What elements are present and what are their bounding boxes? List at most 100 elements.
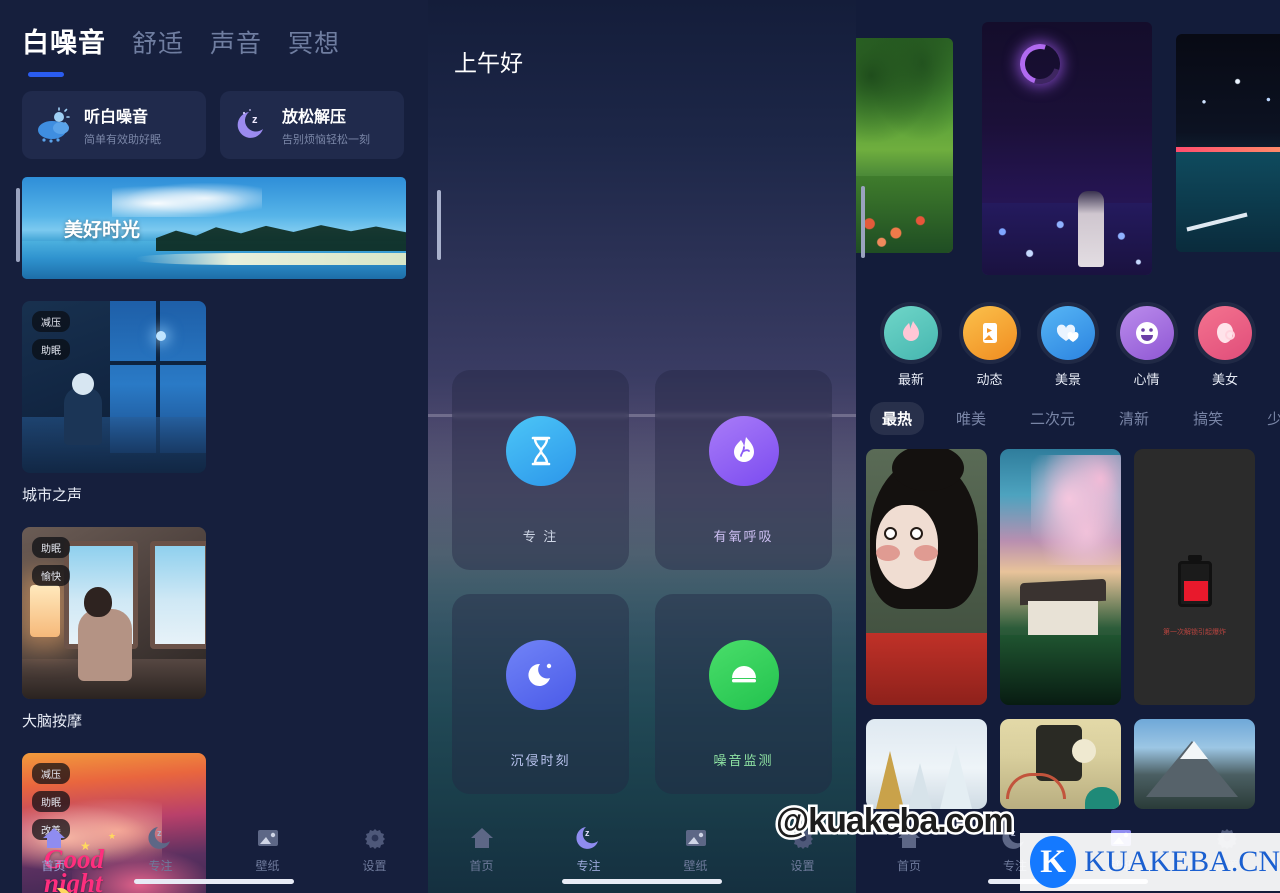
tab-sound[interactable]: 声音: [210, 24, 262, 62]
tag: 减压: [32, 763, 70, 784]
tag: 助眠: [32, 339, 70, 360]
wallpaper-thumb-ancient-lady[interactable]: [866, 449, 987, 705]
nav-item-home[interactable]: 首页: [18, 825, 90, 874]
watermark-logo-icon: K: [1030, 836, 1077, 888]
category-scenery[interactable]: 美景: [1037, 306, 1099, 388]
chip-fresh[interactable]: 清新: [1107, 402, 1161, 435]
nav-item-home[interactable]: 首页: [446, 825, 518, 874]
play-image-icon: [962, 306, 1017, 360]
chip-girl[interactable]: 少女: [1255, 402, 1280, 435]
category-mood[interactable]: 心情: [1116, 306, 1178, 388]
focus-card-immersive-moment[interactable]: 沉侵时刻: [452, 594, 629, 794]
scroll-indicator[interactable]: [16, 188, 20, 262]
chip-funny[interactable]: 搞笑: [1181, 402, 1235, 435]
wallpaper-panel: 最新 动态 美景 心情 美女 最热 唯美 二次元 清新 搞笑 少 第一次解锁引起…: [856, 0, 1280, 893]
svg-text:z: z: [252, 114, 258, 126]
home-indicator-bar: [134, 879, 294, 884]
scroll-indicator[interactable]: [437, 190, 441, 260]
quick-card-listen-white-noise[interactable]: 听白噪音 简单有效助好眠: [22, 91, 206, 159]
home-icon: [469, 825, 495, 851]
moon-z-icon: z: [232, 105, 272, 145]
tab-white-noise[interactable]: 白噪音: [22, 21, 106, 62]
wallpaper-thumb-snow-trees[interactable]: [866, 719, 987, 809]
wallpaper-grid-row-2: [856, 705, 1280, 809]
category-beauty[interactable]: 美女: [1194, 306, 1256, 388]
focus-card-noise-monitor[interactable]: 噪音监测: [655, 594, 832, 794]
wallpaper-caption: 第一次解锁引起爆炸: [1163, 629, 1226, 636]
cloud-sun-icon: [34, 105, 74, 145]
watermark-badge: K KUAKEBA.CN: [1020, 833, 1280, 891]
hero-wallpaper-moon-girl[interactable]: [982, 22, 1152, 275]
nav-label: 壁纸: [683, 859, 708, 873]
sound-name: 城市之声: [22, 487, 83, 504]
focus-card-aerobic-breathing[interactable]: 有氧呼吸: [655, 370, 832, 570]
nav-item-wallpaper[interactable]: 壁纸: [232, 825, 304, 874]
watermark-domain: KUAKEBA.CN: [1084, 845, 1280, 878]
nav-item-focus[interactable]: z 专注: [125, 825, 197, 874]
tag-list: 减压 助眠: [32, 311, 70, 360]
wallpaper-thumb-sakura-house[interactable]: [1000, 449, 1121, 705]
category-label: 最新: [897, 372, 924, 387]
gear-icon: [362, 825, 388, 851]
sound-thumbnail: 助眠 愉快: [22, 527, 206, 699]
nav-label: 首页: [896, 859, 921, 873]
sound-card-grid: 减压 助眠 城市之声 助眠 愉快 大脑按摩 ★ ★ Good night 减压 …: [0, 279, 428, 893]
quick-card-relax[interactable]: z 放松解压 告别烦恼轻松一刻: [220, 91, 404, 159]
wallpaper-grid-row-1: 第一次解锁引起爆炸: [856, 435, 1280, 705]
scroll-indicator[interactable]: [861, 186, 865, 258]
focus-card-label: 噪音监测: [713, 753, 774, 768]
nav-item-settings[interactable]: 设置: [339, 825, 411, 874]
nav-item-wallpaper[interactable]: 壁纸: [660, 825, 732, 874]
focus-card-label: 有氧呼吸: [713, 529, 774, 544]
quick-card-title: 听白噪音: [84, 109, 149, 126]
nav-label: 设置: [362, 859, 387, 873]
category-label: 动态: [976, 372, 1003, 387]
flame-icon: [884, 306, 938, 360]
nav-label: 专注: [148, 859, 173, 873]
category-label: 美女: [1211, 372, 1238, 387]
image-icon: [683, 825, 709, 851]
white-noise-panel: 白噪音 舒适 声音 冥想 听白噪音 简单有效助好眠 z 放松解压 告别烦恼轻松一…: [0, 0, 428, 893]
tab-meditation[interactable]: 冥想: [288, 24, 340, 62]
chip-hottest[interactable]: 最热: [870, 402, 925, 435]
moon-z-icon: z: [147, 825, 174, 851]
category-tab-bar: 白噪音 舒适 声音 冥想: [0, 0, 428, 62]
wallpaper-thumb-battery-warning[interactable]: 第一次解锁引起爆炸: [1134, 449, 1255, 705]
tag: 减压: [32, 311, 70, 332]
hero-wallpaper-forest[interactable]: [856, 38, 953, 253]
category-label: 心情: [1133, 372, 1160, 387]
svg-text:z: z: [157, 828, 162, 838]
tag: 愉快: [32, 565, 70, 586]
banner-cloud: [112, 183, 262, 217]
wallpaper-hero-carousel: [856, 0, 1280, 296]
wallpaper-thumb-street-scene[interactable]: [1000, 719, 1121, 809]
chip-aesthetic[interactable]: 唯美: [944, 402, 998, 435]
sound-card-brain-massage[interactable]: 助眠 愉快 大脑按摩: [22, 527, 206, 731]
focus-card-focus[interactable]: 专 注: [452, 370, 629, 570]
noise-meter-icon: [708, 640, 779, 710]
sound-name: 大脑按摩: [22, 713, 83, 730]
hero-wallpaper-city-night[interactable]: [1176, 34, 1280, 252]
leaf-flame-icon: [708, 416, 779, 486]
focus-card-label: 沉侵时刻: [510, 753, 571, 768]
category-latest[interactable]: 最新: [880, 306, 942, 388]
banner-beach: [136, 253, 406, 265]
featured-banner[interactable]: 美好时光: [22, 177, 406, 279]
chip-anime[interactable]: 二次元: [1018, 402, 1087, 435]
watermark-text: @kuakeba.com: [774, 800, 1017, 843]
tag: 助眠: [32, 537, 70, 558]
home-icon: [41, 825, 67, 851]
category-dynamic[interactable]: 动态: [959, 306, 1021, 388]
category-label: 美景: [1054, 372, 1081, 387]
wallpaper-thumb-mountain[interactable]: [1134, 719, 1255, 809]
wallpaper-category-row: 最新 动态 美景 心情 美女: [856, 296, 1280, 388]
sound-card-city[interactable]: 减压 助眠 城市之声: [22, 301, 206, 505]
quick-card-subtitle: 告别烦恼轻松一刻: [282, 134, 370, 146]
nav-label: 首页: [41, 859, 66, 873]
nav-item-focus[interactable]: z 专注: [553, 825, 625, 874]
tab-comfort[interactable]: 舒适: [132, 24, 184, 62]
tag-list: 助眠 愉快: [32, 537, 70, 586]
svg-text:z: z: [585, 828, 590, 838]
quick-entry-cards: 听白噪音 简单有效助好眠 z 放松解压 告别烦恼轻松一刻: [0, 77, 428, 159]
lady-icon: [1198, 306, 1252, 360]
